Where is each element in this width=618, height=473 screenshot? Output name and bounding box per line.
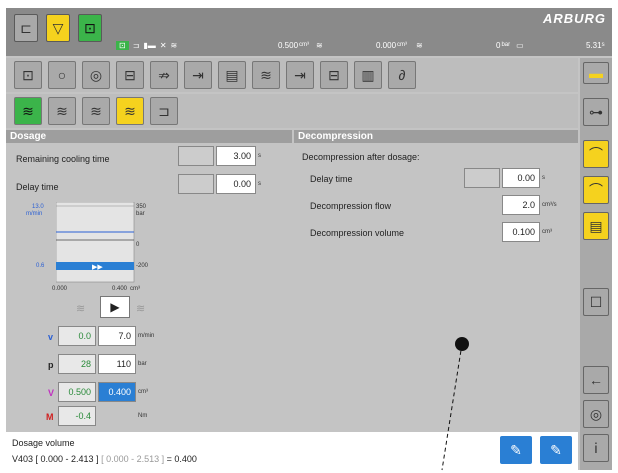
pointer-dashed-line	[441, 343, 463, 471]
pointer-overlay	[441, 337, 469, 471]
pointer-dot-icon	[455, 337, 469, 351]
